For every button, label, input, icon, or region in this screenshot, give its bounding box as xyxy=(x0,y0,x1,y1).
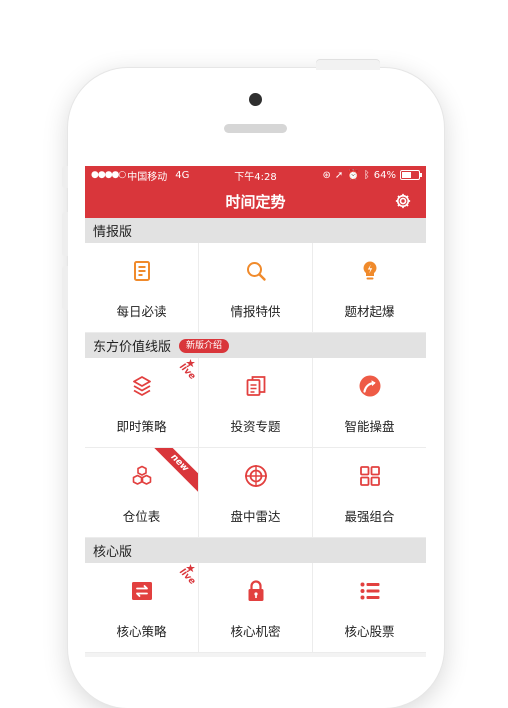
section-title: 核心版 xyxy=(93,545,133,560)
section-header-value-line: 东方价值线版 新版介绍 xyxy=(85,333,426,358)
carrier-name: 中国移动 xyxy=(127,171,168,183)
menu-item-instant-strategy[interactable]: 即时策略 live xyxy=(85,358,199,448)
layers-icon xyxy=(132,376,151,396)
nav-bar: 时间定势 xyxy=(85,184,426,218)
section-title: 东方价值线版 xyxy=(93,340,172,355)
bulb-icon xyxy=(363,261,376,280)
alarm-icon: ⏰ xyxy=(347,169,360,181)
menu-item-label: 即时策略 xyxy=(116,419,167,434)
menu-item-label: 每日必读 xyxy=(116,304,167,319)
exchange-icon xyxy=(131,582,152,600)
app-screen: ●●●●○ 中国移动 4G 下午4:28 ⊛ ➚ ⏰ ᛒ 64% 时间定势 情报… xyxy=(85,166,426,657)
phone-mute-switch xyxy=(62,166,68,188)
phone-camera xyxy=(249,93,262,106)
menu-item-intel-special[interactable]: 情报特供 xyxy=(199,243,313,333)
new-version-intro-badge[interactable]: 新版介绍 xyxy=(179,338,230,353)
menu-item-intraday-radar[interactable]: 盘中雷达 xyxy=(199,448,313,538)
gear-icon[interactable] xyxy=(394,192,412,210)
new-ribbon: new xyxy=(154,448,198,492)
menu-item-label: 题材起爆 xyxy=(344,304,395,319)
network-type: 4G xyxy=(175,169,190,181)
boxes-icon xyxy=(132,465,151,485)
section-header-intel: 情报版 xyxy=(85,218,426,243)
files-icon xyxy=(246,376,265,396)
list-icon xyxy=(360,582,379,600)
menu-item-smart-trading[interactable]: 智能操盘 xyxy=(313,358,426,448)
live-ribbon: live xyxy=(154,563,198,607)
grid-value-line-row-1: 即时策略 live 投资专题 智能操盘 xyxy=(85,358,426,448)
menu-item-theme-burst[interactable]: 题材起爆 xyxy=(313,243,426,333)
menu-item-label: 投资专题 xyxy=(230,419,281,434)
battery-icon xyxy=(400,170,422,180)
lock-icon xyxy=(248,580,263,601)
grid-core: 核心策略 live 核心机密 核心股票 xyxy=(85,563,426,653)
page-title: 时间定势 xyxy=(225,192,286,211)
menu-item-label: 盘中雷达 xyxy=(230,509,281,524)
menu-item-label: 核心机密 xyxy=(230,624,281,639)
grid-intel: 每日必读 情报特供 题材起爆 xyxy=(85,243,426,333)
phone-volume-down xyxy=(62,266,68,310)
menu-item-core-strategy[interactable]: 核心策略 live xyxy=(85,563,199,653)
phone-volume-up xyxy=(62,212,68,256)
menu-item-label: 核心策略 xyxy=(116,624,167,639)
menu-item-label: 最强组合 xyxy=(344,509,395,524)
phone-speaker xyxy=(224,124,287,133)
battery-percent: 64% xyxy=(373,169,396,181)
document-icon xyxy=(133,261,150,281)
bluetooth-icon: ᛒ xyxy=(363,169,370,181)
menu-item-label: 情报特供 xyxy=(230,304,281,319)
live-ribbon: live xyxy=(154,358,198,402)
section-title: 情报版 xyxy=(93,225,133,240)
menu-item-label: 仓位表 xyxy=(122,509,161,524)
grid-value-line-row-2: 仓位表 new 盘中雷达 最强组合 xyxy=(85,448,426,538)
grid-icon xyxy=(359,466,380,486)
trend-arrow-icon xyxy=(359,375,380,397)
menu-item-daily-read[interactable]: 每日必读 xyxy=(85,243,199,333)
radar-icon xyxy=(244,465,267,487)
signal-dots-icon: ●●●●○ xyxy=(91,170,126,180)
menu-item-core-stocks[interactable]: 核心股票 xyxy=(313,563,426,653)
menu-item-strongest-portfolio[interactable]: 最强组合 xyxy=(313,448,426,538)
menu-item-position-table[interactable]: 仓位表 new xyxy=(85,448,199,538)
menu-item-investment-topics[interactable]: 投资专题 xyxy=(199,358,313,448)
magnifier-icon xyxy=(246,262,266,281)
section-header-core: 核心版 xyxy=(85,538,426,563)
location-icon: ➚ xyxy=(334,169,344,181)
phone-power-button xyxy=(316,60,380,70)
orientation-lock-icon: ⊛ xyxy=(322,169,331,181)
menu-item-core-secret[interactable]: 核心机密 xyxy=(199,563,313,653)
menu-item-label: 核心股票 xyxy=(344,624,395,639)
menu-item-label: 智能操盘 xyxy=(344,419,395,434)
status-bar: ●●●●○ 中国移动 4G 下午4:28 ⊛ ➚ ⏰ ᛒ 64% xyxy=(85,166,426,184)
